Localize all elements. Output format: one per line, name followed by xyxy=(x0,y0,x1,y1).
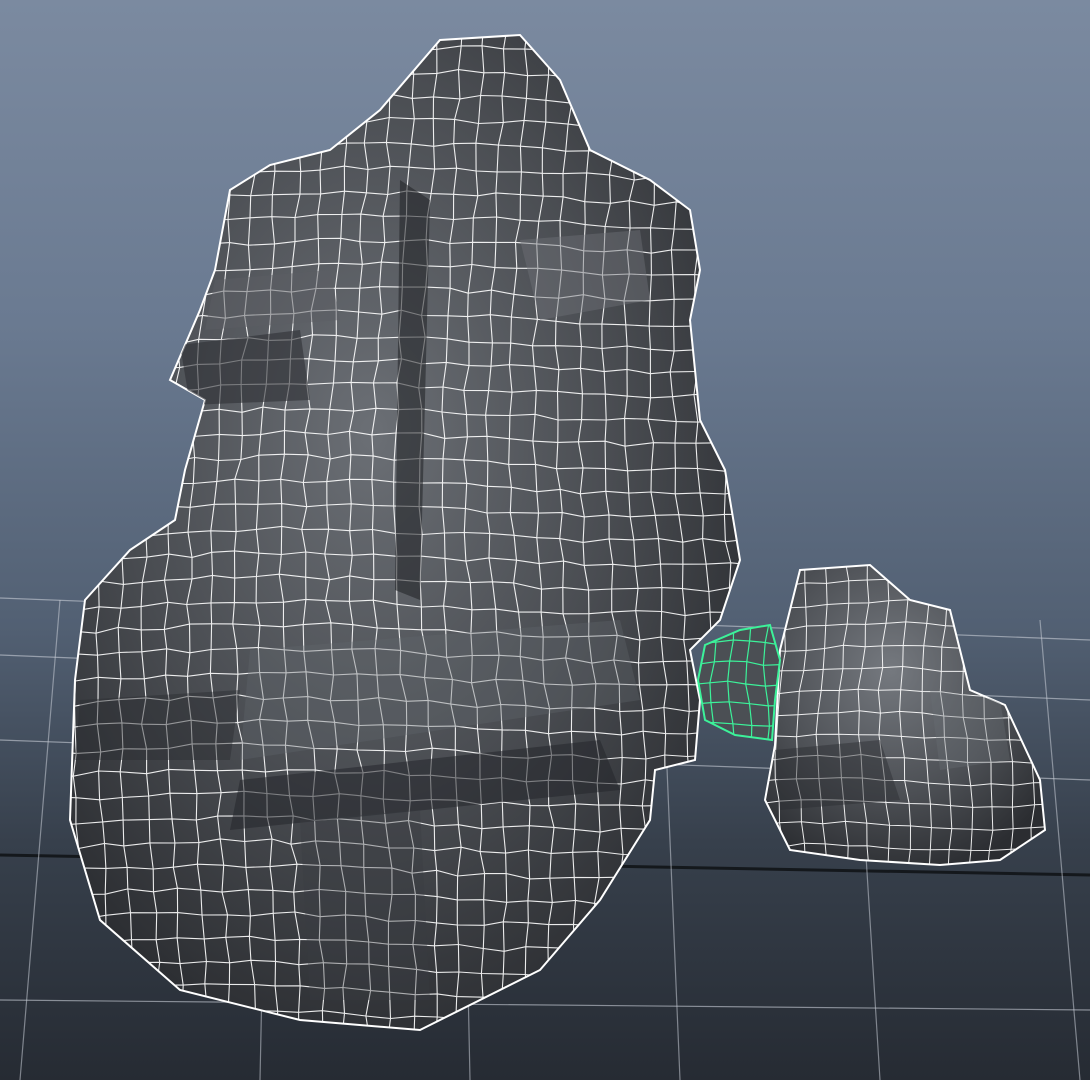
3d-viewport[interactable] xyxy=(0,0,1090,1080)
small-rock-mesh[interactable] xyxy=(755,556,1056,874)
viewport-scene[interactable] xyxy=(0,0,1090,1080)
pebble-mesh[interactable] xyxy=(692,621,788,747)
small-rock-surface xyxy=(763,563,1047,867)
large-rock-mesh[interactable] xyxy=(48,21,761,1049)
